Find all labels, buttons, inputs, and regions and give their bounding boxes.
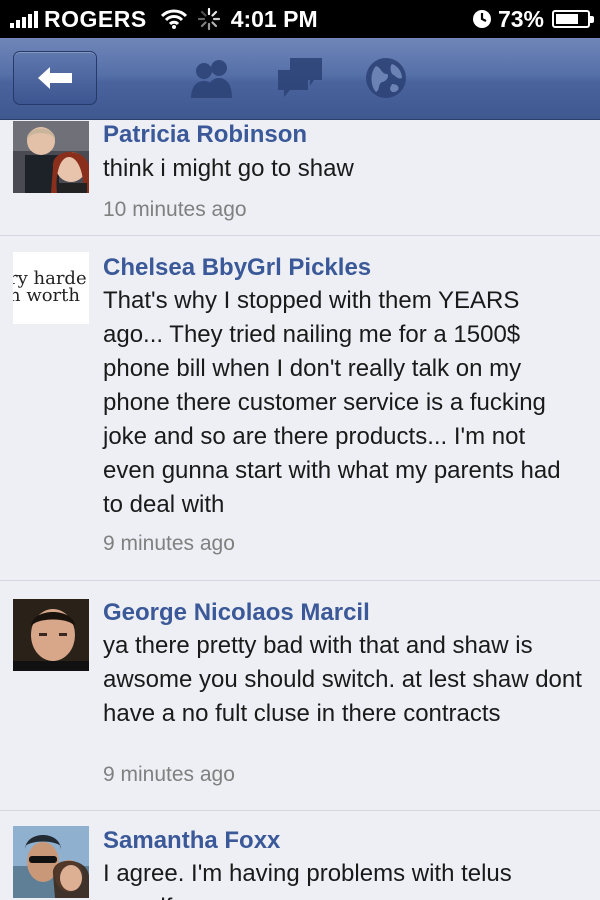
messages-icon[interactable] [276, 56, 324, 100]
battery-icon [552, 10, 594, 28]
comment-text: That's why I stopped with them YEARS ago… [103, 287, 561, 518]
avatar[interactable] [13, 826, 89, 898]
friend-requests-icon[interactable] [188, 56, 236, 100]
comment-item: Patricia Robinson think i might go to sh… [0, 121, 600, 236]
avatar[interactable] [13, 121, 89, 193]
comment-timestamp: 9 minutes ago [103, 532, 235, 555]
activity-spinner-icon [197, 7, 220, 31]
back-arrow-icon [38, 67, 72, 89]
comment-author[interactable]: Chelsea BbyGrl Pickles [103, 254, 371, 282]
comment-timestamp: 10 minutes ago [103, 198, 247, 221]
alarm-icon [472, 10, 491, 28]
wifi-icon [160, 9, 187, 29]
comment-author[interactable]: Samantha Foxx [103, 827, 280, 855]
comment-author[interactable]: Patricia Robinson [103, 121, 307, 149]
avatar[interactable]: ry harde n worth [13, 252, 89, 324]
comment-timestamp: 9 minutes ago [103, 763, 235, 786]
avatar[interactable] [13, 599, 89, 671]
signal-strength-icon [10, 10, 38, 28]
battery-level [556, 14, 578, 24]
comment-feed: Patricia Robinson think i might go to sh… [0, 121, 600, 900]
comment-text: ya there pretty bad with that and shaw i… [103, 632, 582, 727]
navigation-bar [0, 38, 600, 120]
battery-percent: 73% [497, 5, 544, 32]
status-bar: ROGERS 4:01 PM 73% [0, 0, 600, 38]
comment-text: I agree. I'm having problems with telus … [103, 860, 512, 900]
notifications-globe-icon[interactable] [362, 56, 410, 100]
comment-item: George Nicolaos Marcil ya there pretty b… [0, 581, 600, 811]
comment-text: think i might go to shaw [103, 155, 354, 182]
comment-item: ry harde n worth Chelsea BbyGrl Pickles … [0, 236, 600, 581]
comment-item: Samantha Foxx I agree. I'm having proble… [0, 811, 600, 900]
clock: 4:01 PM [230, 5, 318, 32]
comment-author[interactable]: George Nicolaos Marcil [103, 599, 370, 627]
back-button[interactable] [13, 51, 97, 105]
avatar-text-line: n worth [13, 285, 80, 306]
carrier-name: ROGERS [44, 5, 147, 32]
